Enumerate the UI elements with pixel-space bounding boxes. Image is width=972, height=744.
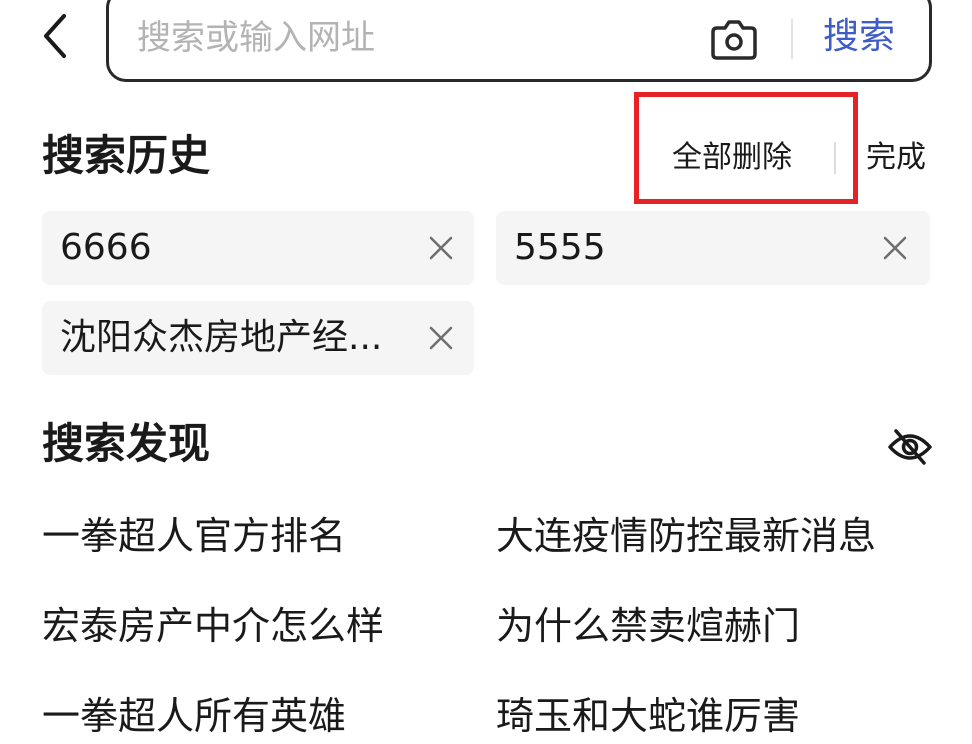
discover-item[interactable]: 大连疫情防控最新消息 xyxy=(496,508,876,564)
discover-item[interactable]: 一拳超人官方排名 xyxy=(42,508,346,564)
search-history-title: 搜索历史 xyxy=(42,131,211,180)
back-button[interactable] xyxy=(34,10,78,62)
search-divider xyxy=(791,19,793,59)
search-button[interactable]: 搜索 xyxy=(823,9,895,65)
done-button[interactable]: 完成 xyxy=(866,136,926,180)
action-divider xyxy=(834,142,836,174)
search-input[interactable] xyxy=(137,11,677,65)
discover-item[interactable]: 为什么禁卖煊赫门 xyxy=(496,598,800,654)
search-box: 搜索 xyxy=(106,0,932,82)
close-icon[interactable] xyxy=(880,233,910,263)
history-chip[interactable]: 6666 xyxy=(42,211,474,285)
history-chip-label: 沈阳众杰房地产经... xyxy=(60,317,383,358)
history-chip[interactable]: 沈阳众杰房地产经... xyxy=(42,301,474,375)
history-chip-label: 6666 xyxy=(60,227,152,268)
close-icon[interactable] xyxy=(426,233,456,263)
search-discover-title: 搜索发现 xyxy=(42,419,211,468)
history-chip[interactable]: 5555 xyxy=(496,211,930,285)
camera-icon xyxy=(711,20,757,60)
eye-slash-icon xyxy=(888,429,932,465)
camera-button[interactable] xyxy=(707,15,761,63)
hide-discover-button[interactable] xyxy=(886,426,934,468)
delete-all-button[interactable]: 全部删除 xyxy=(672,136,792,180)
close-icon[interactable] xyxy=(426,323,456,353)
history-chip-label: 5555 xyxy=(514,227,606,268)
chevron-left-icon xyxy=(44,14,66,58)
discover-item[interactable]: 琦玉和大蛇谁厉害 xyxy=(496,688,800,744)
discover-item[interactable]: 宏泰房产中介怎么样 xyxy=(42,598,384,654)
discover-item[interactable]: 一拳超人所有英雄 xyxy=(42,688,346,744)
